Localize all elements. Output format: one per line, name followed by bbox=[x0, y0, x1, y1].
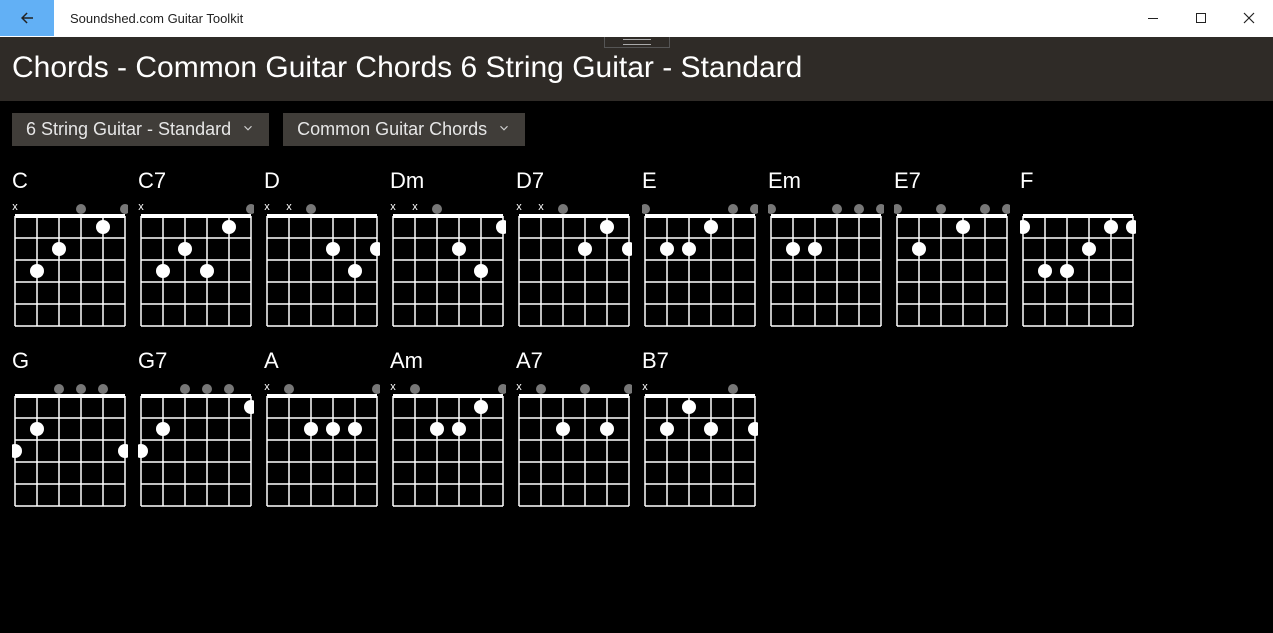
chevron-down-icon bbox=[241, 119, 255, 140]
chord-diagram bbox=[1020, 198, 1136, 338]
chord-tile[interactable]: Dmxx bbox=[390, 168, 506, 338]
chord-tile[interactable]: G bbox=[12, 348, 128, 518]
svg-text:x: x bbox=[138, 201, 144, 213]
svg-text:x: x bbox=[264, 381, 270, 393]
chord-tile[interactable]: D7xx bbox=[516, 168, 632, 338]
chord-name: D7 bbox=[516, 168, 632, 194]
svg-text:x: x bbox=[538, 201, 544, 213]
chord-name: Em bbox=[768, 168, 884, 194]
window-title: Soundshed.com Guitar Toolkit bbox=[54, 0, 1129, 36]
chord-name: G7 bbox=[138, 348, 254, 374]
chord-tile[interactable]: E7 bbox=[894, 168, 1010, 338]
chord-diagram: xx bbox=[264, 198, 380, 338]
svg-text:x: x bbox=[12, 201, 18, 213]
chord-name: E7 bbox=[894, 168, 1010, 194]
chord-tile[interactable]: A7 x bbox=[516, 348, 632, 518]
chord-name: E bbox=[642, 168, 758, 194]
chord-tile[interactable]: E bbox=[642, 168, 758, 338]
svg-text:x: x bbox=[286, 201, 292, 213]
maximize-icon bbox=[1195, 12, 1207, 24]
back-arrow-icon bbox=[18, 9, 36, 27]
chord-diagram: x bbox=[390, 378, 506, 518]
svg-text:x: x bbox=[516, 201, 522, 213]
chord-name: B7 bbox=[642, 348, 758, 374]
chord-tile[interactable]: B7 x bbox=[642, 348, 758, 518]
chord-name: G bbox=[12, 348, 128, 374]
chord-name: F bbox=[1020, 168, 1136, 194]
app-body: Chords - Common Guitar Chords 6 String G… bbox=[0, 37, 1273, 633]
chordset-dropdown-label: Common Guitar Chords bbox=[297, 119, 487, 140]
svg-text:x: x bbox=[390, 381, 396, 393]
chord-name: A bbox=[264, 348, 380, 374]
chord-name: C7 bbox=[138, 168, 254, 194]
chord-diagram: xx bbox=[390, 198, 506, 338]
back-button[interactable] bbox=[0, 0, 54, 36]
chord-tile[interactable]: Dxx bbox=[264, 168, 380, 338]
chord-name: C bbox=[12, 168, 128, 194]
chord-diagram bbox=[12, 378, 128, 518]
instrument-dropdown[interactable]: 6 String Guitar - Standard bbox=[12, 113, 269, 146]
close-icon bbox=[1243, 12, 1255, 24]
chord-diagram: xx bbox=[516, 198, 632, 338]
chord-grid: CxC7xDxxDmxxD7xxEEmE7FGG7AxAmxA7xB7x bbox=[0, 146, 1273, 530]
chord-tile[interactable]: Em bbox=[768, 168, 884, 338]
drag-handle[interactable] bbox=[604, 37, 670, 48]
chord-diagram bbox=[768, 198, 884, 338]
chord-diagram: x bbox=[516, 378, 632, 518]
chord-name: Am bbox=[390, 348, 506, 374]
svg-text:x: x bbox=[264, 201, 270, 213]
minimize-button[interactable] bbox=[1129, 0, 1177, 36]
maximize-button[interactable] bbox=[1177, 0, 1225, 36]
chord-diagram: x bbox=[264, 378, 380, 518]
window-controls bbox=[1129, 0, 1273, 36]
chord-tile[interactable]: Am x bbox=[390, 348, 506, 518]
svg-text:x: x bbox=[642, 381, 648, 393]
chevron-down-icon bbox=[497, 119, 511, 140]
chord-diagram bbox=[138, 378, 254, 518]
chord-tile[interactable]: C7 x bbox=[138, 168, 254, 338]
chord-tile[interactable]: G7 bbox=[138, 348, 254, 518]
chord-name: Dm bbox=[390, 168, 506, 194]
chordset-dropdown[interactable]: Common Guitar Chords bbox=[283, 113, 525, 146]
chord-tile[interactable]: Cx bbox=[12, 168, 128, 338]
chord-tile[interactable]: F bbox=[1020, 168, 1136, 338]
svg-text:x: x bbox=[390, 201, 396, 213]
window-titlebar: Soundshed.com Guitar Toolkit bbox=[0, 0, 1273, 37]
svg-text:x: x bbox=[412, 201, 418, 213]
chord-diagram bbox=[642, 198, 758, 338]
instrument-dropdown-label: 6 String Guitar - Standard bbox=[26, 119, 231, 140]
chord-diagram: x bbox=[642, 378, 758, 518]
chord-name: D bbox=[264, 168, 380, 194]
chord-diagram: x bbox=[138, 198, 254, 338]
chord-tile[interactable]: Ax bbox=[264, 348, 380, 518]
svg-text:x: x bbox=[516, 381, 522, 393]
chord-diagram bbox=[894, 198, 1010, 338]
minimize-icon bbox=[1147, 12, 1159, 24]
filter-controls: 6 String Guitar - Standard Common Guitar… bbox=[0, 101, 1273, 146]
close-button[interactable] bbox=[1225, 0, 1273, 36]
chord-name: A7 bbox=[516, 348, 632, 374]
chord-diagram: x bbox=[12, 198, 128, 338]
